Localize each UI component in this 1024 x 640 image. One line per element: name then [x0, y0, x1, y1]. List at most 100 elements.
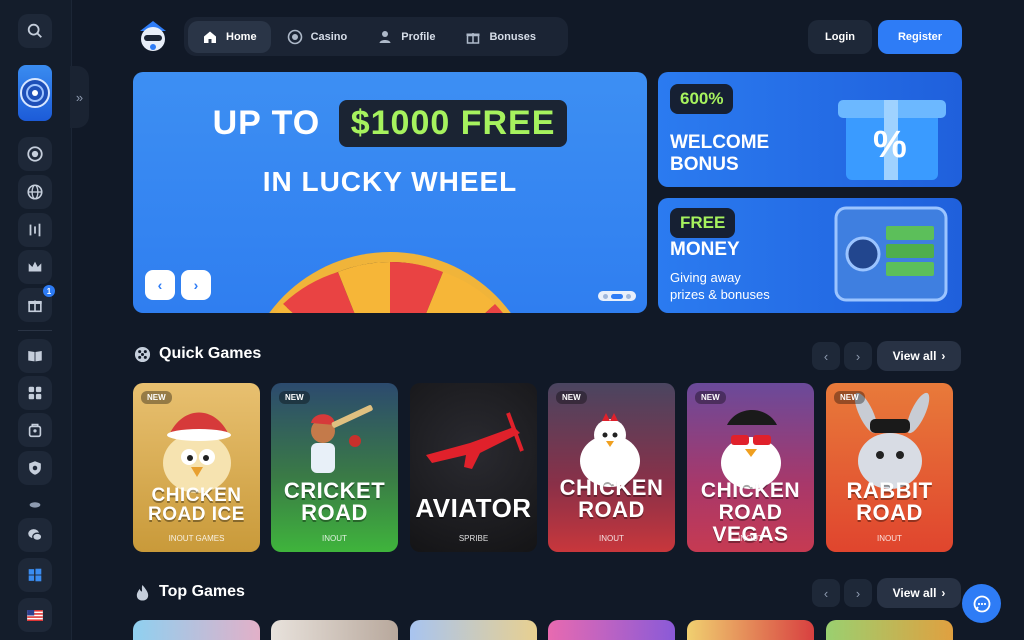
svg-text:%: %	[873, 124, 907, 166]
top-game-card[interactable]	[687, 620, 814, 640]
top-game-card[interactable]	[410, 620, 537, 640]
free-money-card[interactable]: FREE MONEY Giving away prizes & bonuses	[658, 198, 962, 313]
hero-next-button[interactable]: ›	[181, 270, 211, 300]
welcome-bonus-card[interactable]: % 600% WELCOME BONUS	[658, 72, 962, 187]
hero-subline: IN LUCKY WHEEL	[262, 166, 518, 197]
sidebar-expand-button[interactable]: »	[70, 66, 89, 128]
carousel-dot[interactable]	[626, 293, 631, 299]
game-title: RABBIT ROAD	[826, 480, 953, 524]
hero-prev-button[interactable]: ‹	[145, 270, 175, 300]
nav-bonuses[interactable]: Bonuses	[451, 21, 549, 53]
game-card-rabbit-road[interactable]: NEW RABBIT ROAD INOUT	[826, 383, 953, 552]
game-title: AVIATOR	[415, 493, 532, 523]
top-game-card[interactable]	[826, 620, 953, 640]
quick-next-button[interactable]: ›	[844, 342, 872, 370]
top-prev-button[interactable]: ‹	[812, 579, 840, 607]
chart-icon[interactable]	[18, 213, 52, 247]
globe-icon[interactable]	[18, 175, 52, 209]
promo-subtitle-line: Giving away	[670, 270, 741, 285]
top-game-card[interactable]	[133, 620, 260, 640]
game-title-line: ROAD	[578, 497, 645, 522]
top-view-all-button[interactable]: View all ›	[877, 578, 961, 608]
promo-subtitle-line: prizes & bonuses	[670, 287, 770, 302]
carousel-dot[interactable]	[603, 293, 608, 299]
book-icon[interactable]	[18, 339, 52, 373]
section-title: Quick Games	[159, 345, 262, 362]
game-provider: INOUT	[738, 534, 763, 543]
site-logo[interactable]	[134, 17, 172, 55]
main-nav: Home Casino Profile Bonuses	[184, 17, 568, 56]
chevron-left-icon: ‹	[157, 277, 163, 293]
new-badge: NEW	[695, 391, 726, 404]
carousel-dots[interactable]	[598, 291, 636, 301]
nav-profile[interactable]: Profile	[363, 21, 449, 53]
top-games-header: Top Games	[134, 583, 245, 601]
left-sidebar: 1	[0, 0, 72, 640]
quick-view-all-button[interactable]: View all ›	[877, 341, 961, 371]
notification-badge: 1	[43, 285, 55, 297]
support-chat-button[interactable]	[962, 584, 1001, 623]
carousel-dot-active[interactable]	[611, 293, 623, 299]
promo-title-line: WELCOME	[670, 132, 770, 153]
user-icon	[379, 30, 391, 43]
top-next-button[interactable]: ›	[844, 579, 872, 607]
chip-icon[interactable]	[18, 137, 52, 171]
game-card-cricket-road[interactable]: NEW CRICKET ROAD INOUT	[271, 383, 398, 552]
home-icon	[204, 31, 216, 43]
top-game-card[interactable]	[548, 620, 675, 640]
nav-home[interactable]: Home	[188, 20, 271, 53]
game-card-chicken-road-ice[interactable]: NEW CHICKEN ROAD ICE INOUT GAMES	[133, 383, 260, 552]
windows-icon[interactable]	[18, 558, 52, 592]
view-all-label: View all	[892, 586, 937, 600]
chevron-right-icon: ›	[855, 585, 861, 601]
game-card-chicken-road-vegas[interactable]: NEW CHICKEN ROAD VEGAS INOUT	[687, 383, 814, 552]
nav-casino[interactable]: Casino	[273, 21, 362, 53]
gift-icon[interactable]: 1	[18, 285, 55, 322]
game-title-line: CRICKET	[283, 478, 386, 503]
us-flag-icon[interactable]	[18, 598, 52, 632]
game-title: CRICKET ROAD	[271, 480, 398, 524]
new-badge: NEW	[279, 391, 310, 404]
chevron-right-icon: ›	[193, 277, 199, 293]
lucky-wheel-icon[interactable]	[18, 65, 52, 121]
game-provider: INOUT	[877, 534, 902, 543]
promo-tag: 600%	[670, 84, 734, 114]
coins-icon[interactable]	[18, 496, 52, 512]
quick-prev-button[interactable]: ‹	[812, 342, 840, 370]
game-title-line: CHICKEN	[559, 475, 664, 500]
login-button[interactable]: Login	[808, 20, 872, 54]
chat-bubbles-icon[interactable]	[18, 518, 52, 552]
game-title-line: RABBIT	[846, 478, 933, 503]
gift-icon	[466, 32, 480, 44]
game-provider: INOUT	[599, 534, 624, 543]
chevrons-right-icon: »	[75, 89, 84, 105]
red-plane-art	[426, 412, 524, 469]
chevron-right-icon: ›	[941, 586, 946, 600]
shield-icon[interactable]	[18, 451, 52, 485]
hero-headline: UP TO $1000 FREE	[133, 100, 647, 147]
promo-tag: FREE	[670, 208, 736, 238]
nav-label: Casino	[310, 30, 348, 43]
register-button[interactable]: Register	[878, 20, 962, 54]
game-provider: SPRIBE	[458, 534, 489, 543]
chevron-left-icon: ‹	[823, 348, 829, 364]
view-all-label: View all	[892, 349, 937, 363]
chevron-right-icon: ›	[855, 348, 861, 364]
game-title-line: CHICKEN	[700, 479, 801, 502]
crown-icon[interactable]	[18, 250, 52, 284]
promo-title: WELCOME BONUS	[670, 132, 769, 176]
game-title-line: CHICKEN	[151, 485, 242, 506]
game-card-aviator[interactable]: AVIATOR SPRIBE	[410, 383, 537, 552]
nav-label: Home	[226, 30, 257, 43]
bag-icon[interactable]	[18, 413, 52, 447]
puzzle-icon[interactable]	[18, 376, 52, 410]
promo-title-line: BONUS	[670, 154, 739, 175]
nav-label: Bonuses	[489, 30, 536, 43]
hero-banner[interactable]: UP TO $1000 FREE IN LUCKY WHEEL ‹ ›	[133, 72, 647, 313]
quick-games-header: Quick Games	[134, 345, 261, 363]
game-card-chicken-road[interactable]: NEW CHICKEN ROAD INOUT	[548, 383, 675, 552]
dice-icon	[134, 346, 151, 362]
top-game-card[interactable]	[271, 620, 398, 640]
search-icon[interactable]	[18, 14, 52, 48]
game-provider: INOUT	[322, 534, 347, 543]
